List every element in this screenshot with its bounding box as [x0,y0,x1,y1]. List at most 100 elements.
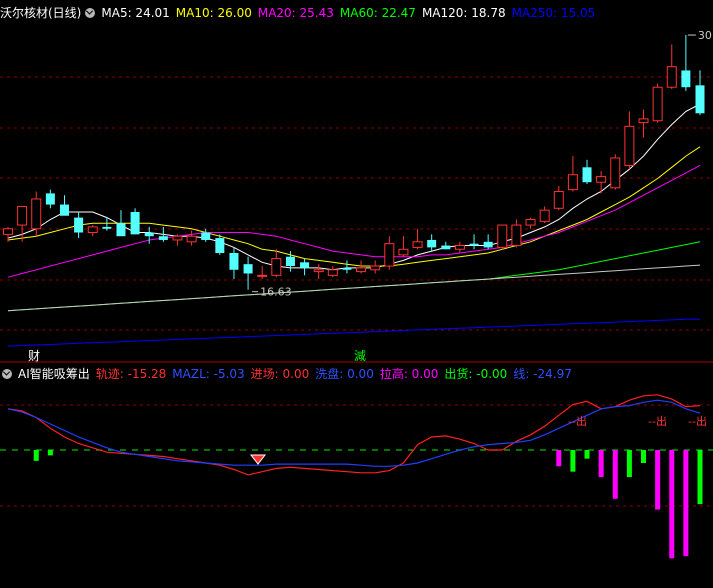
candle-body [300,262,310,268]
candle-body [31,198,42,230]
candle-body [370,265,381,271]
ma-line-ma250 [7,318,701,347]
candle-body [313,269,324,273]
ship-bar [33,450,39,461]
main-header: 沃尔核材(日线) MA5: 24.01 MA10: 26.00 MA20: 25.43… [0,4,607,22]
ma-lines [7,103,701,347]
indicator-value-2: 进场: 0.00 [250,367,310,381]
pull-bar [683,450,689,557]
candle-body [356,267,367,273]
sell-signal-0: --出 [568,414,587,428]
candle-body [45,193,55,205]
indicator-value-4: 拉高: 0.00 [379,367,439,381]
indicator-value-1: MAZL: -5.03 [172,367,245,381]
sub-header: AI智能吸筹出 轨迹: -15.28 MAZL: -5.03 进场: 0.00 洗盘: … [0,365,584,383]
ma-indicator-3: MA60: 22.47 [339,6,416,20]
candle-body [624,125,635,166]
ma-indicator-1: MA10: 26.00 [175,6,252,20]
candle-body [497,224,508,248]
pull-bar [669,450,675,559]
high-price-label: 30 [698,29,712,42]
candle-body [186,235,197,243]
ma-indicator-4: MA120: 18.78 [421,6,506,20]
candle-body [582,167,592,183]
low-price-label: 16.63 [260,286,292,299]
candle-body [412,241,423,248]
mazl-line [7,399,701,467]
candles [3,35,705,290]
candle-body [596,176,607,183]
candle-body [257,274,268,277]
candle-body [398,248,409,256]
ma-line-ma10 [7,146,701,267]
pull-bar [598,450,604,478]
indicator-title: AI智能吸筹出 [18,367,90,381]
candle-body [666,66,677,88]
candle-body [116,223,126,237]
candle-body [144,232,154,237]
candle-body [17,205,28,226]
candle-body [271,258,282,276]
pull-bar [556,450,562,467]
candle-body [327,269,338,276]
jian-marker: 減 [354,348,366,363]
ma-line-ma60 [7,241,701,312]
chart-svg: 16.63 30 财 減 --出 --出 --出 [0,29,713,559]
candle-body [695,85,705,114]
indicator-value-5: 出货: -0.00 [444,367,508,381]
candle-body [553,191,564,209]
candle-body [285,256,295,267]
candle-body [342,267,352,270]
ship-bar [626,450,632,478]
candle-body [243,264,253,274]
sell-signal-2: --出 [688,414,707,428]
annotations: 16.63 30 财 減 --出 --出 --出 [28,29,712,465]
candle-body [3,228,13,235]
candle-body [610,157,621,189]
candle-body [483,241,493,248]
candle-body [229,252,239,270]
ship-bar [697,450,703,505]
indicator-panel [7,394,703,559]
candle-body [511,224,522,247]
candle-body [384,243,395,267]
ma-line-ma120 [7,264,701,312]
candle-body [681,70,691,88]
sell-signal-1: --出 [648,414,667,428]
candle-body [59,204,69,216]
indicator-value-0: 轨迹: -15.28 [95,367,167,381]
pull-bar [612,450,618,499]
ma-line-ma5 [7,103,701,271]
ma-indicator-0: MA5: 24.01 [101,6,170,20]
candle-body [567,174,578,191]
stock-title: 沃尔核材(日线) [0,6,82,20]
candle-body [539,209,550,222]
candle-body [454,245,465,250]
indicator-values: 轨迹: -15.28 MAZL: -5.03 进场: 0.00 洗盘: 0.00 拉高:… [96,367,578,381]
candle-body [441,245,451,250]
candle-body [427,239,437,248]
ma-indicator-2: MA20: 25.43 [257,6,334,20]
indicator-value-3: 洗盘: 0.00 [315,367,374,381]
candle-body [525,218,536,226]
candle-body [130,212,140,235]
cai-marker: 财 [28,349,40,363]
indicator-value-6: 线: -24.97 [513,367,572,381]
candle-body [469,243,479,246]
candle-body [172,235,183,241]
ship-bar [641,450,647,463]
candle-body [201,232,211,240]
ship-bar [570,450,576,472]
ship-bar [584,450,590,459]
grid-lines [0,76,713,507]
candle-body [638,118,649,124]
trace-line [7,394,701,476]
candle-body [652,86,663,122]
chart-stage: 16.63 30 财 減 --出 --出 --出 沃尔核材(日线) MA5: 24.01 MA1… [0,0,713,584]
candle-body [158,236,168,240]
ma-indicator-5: MA250: 15.05 [511,6,596,20]
settings-toggle-icon[interactable] [85,8,96,18]
ship-bar [47,450,53,456]
pull-bar [655,450,661,510]
indicator-toggle-icon[interactable] [2,369,12,379]
